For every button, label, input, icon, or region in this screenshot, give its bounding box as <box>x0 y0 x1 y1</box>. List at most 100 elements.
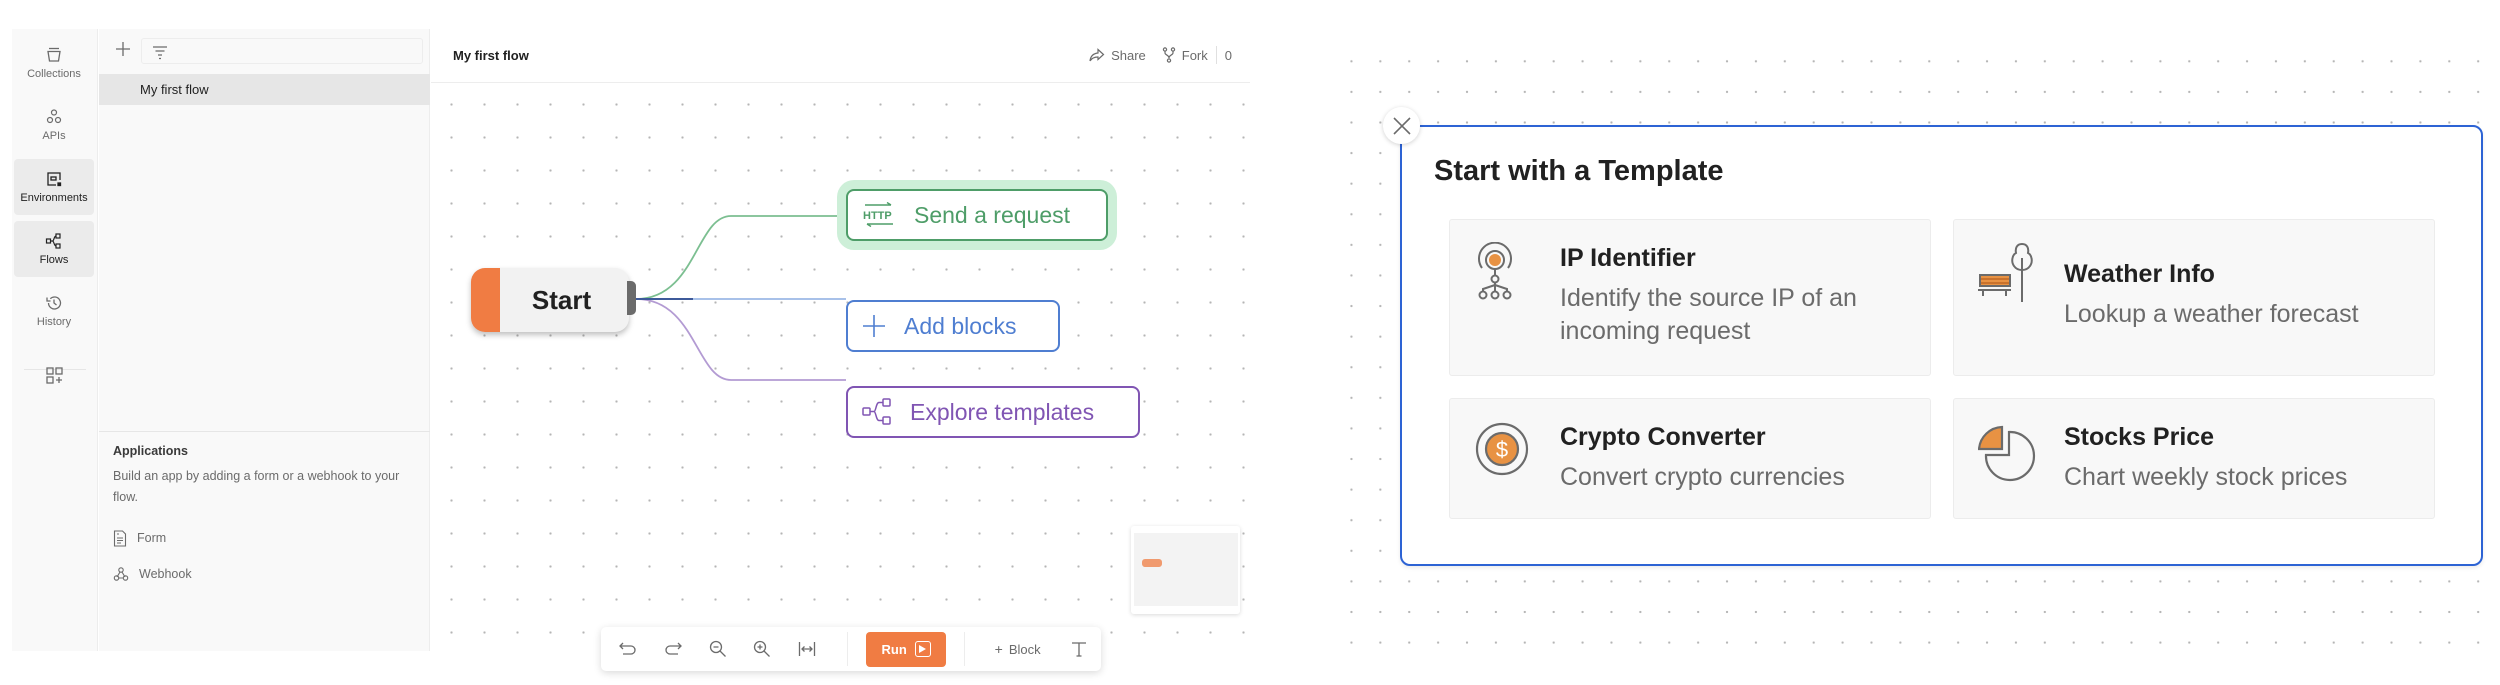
flows-icon <box>45 233 61 249</box>
editor-header: My first flow Share Fork 0 <box>431 29 1250 83</box>
add-block-button[interactable]: + Block <box>983 641 1053 657</box>
http-icon: HTTP <box>863 202 893 228</box>
add-text-button[interactable] <box>1056 641 1101 657</box>
fit-width-button[interactable] <box>785 641 830 657</box>
template-title: Weather Info <box>2064 260 2215 288</box>
fork-count: 0 <box>1224 47 1232 63</box>
fork-icon <box>1162 47 1175 63</box>
plus-icon <box>116 42 130 56</box>
run-label: Run <box>881 641 907 657</box>
rail-item-collections[interactable]: Collections <box>14 35 94 91</box>
plus-icon: + <box>994 641 1003 657</box>
play-icon <box>914 641 931 657</box>
flow-title[interactable]: My first flow <box>453 48 529 63</box>
fit-width-icon <box>798 642 816 656</box>
explore-templates-label: Explore templates <box>910 398 1095 425</box>
edge-explore-templates <box>635 298 846 381</box>
webhook-label: Webhook <box>139 567 192 581</box>
template-title: Stocks Price <box>2064 423 2215 451</box>
start-node[interactable]: Start <box>471 268 629 332</box>
flow-list-item[interactable]: My first flow <box>99 74 430 105</box>
history-icon <box>46 296 62 310</box>
rail-item-environments[interactable]: Environments <box>14 159 94 215</box>
start-node-label: Start <box>531 285 592 315</box>
block-label: Block <box>1008 641 1041 657</box>
flow-editor: My first flow Share Fork 0 Start HTTP Se… <box>431 29 1250 671</box>
templates-title: Start with a Template <box>1434 155 1724 187</box>
collections-icon <box>47 47 61 62</box>
rail-item-apis[interactable]: APIs <box>14 97 94 153</box>
template-card-stocks-price[interactable]: Stocks Price Chart weekly stock prices <box>1953 398 2435 519</box>
template-card-weather-info[interactable]: Weather Info Lookup a weather forecast <box>1953 219 2435 376</box>
flows-sidebar: My first flow Applications Build an app … <box>99 29 430 651</box>
flows-icon <box>862 398 891 425</box>
template-title: Crypto Converter <box>1560 423 1766 451</box>
close-templates-button[interactable] <box>1383 107 1420 144</box>
add-blocks-label: Add blocks <box>904 312 1017 339</box>
template-description: Chart weekly stock prices <box>2064 463 2348 491</box>
share-button[interactable]: Share <box>1089 48 1146 63</box>
fork-divider <box>1215 46 1217 64</box>
template-description: Lookup a weather forecast <box>2064 300 2359 328</box>
minimap[interactable] <box>1131 526 1240 614</box>
template-card-crypto-converter[interactable]: $ Crypto Converter Convert crypto curren… <box>1449 398 1931 519</box>
start-node-output-handle[interactable] <box>627 281 636 315</box>
flow-canvas[interactable]: Start HTTP Send a request Add blocks Exp… <box>431 84 1250 671</box>
rail-label: Flows <box>39 254 69 266</box>
template-description: Convert crypto currencies <box>1560 463 1845 491</box>
zoom-out-button[interactable] <box>695 640 740 658</box>
redo-icon <box>665 642 682 655</box>
explore-templates-node[interactable]: Explore templates <box>846 386 1140 438</box>
template-card-ip-identifier[interactable]: IP Identifier Identify the source IP of … <box>1449 219 1931 376</box>
close-icon <box>1392 116 1411 135</box>
new-flow-button[interactable] <box>113 41 133 61</box>
filter-icon <box>153 46 167 60</box>
ip-identifier-icon <box>1478 242 1512 300</box>
rail-label: APIs <box>42 130 66 142</box>
add-blocks-node[interactable]: Add blocks <box>846 300 1060 352</box>
fork-label: Fork <box>1181 47 1208 63</box>
undo-button[interactable] <box>606 642 651 656</box>
run-button[interactable]: Run <box>866 631 946 667</box>
pie-chart-icon <box>1978 425 2036 482</box>
form-icon <box>113 529 127 547</box>
form-label: Form <box>137 531 167 545</box>
zoom-out-icon <box>709 640 726 657</box>
filter-input[interactable] <box>141 38 423 64</box>
svg-text:$: $ <box>1496 437 1508 462</box>
zoom-in-button[interactable] <box>740 640 785 658</box>
rail-label: History <box>36 316 72 328</box>
webhook-icon <box>113 567 129 581</box>
add-widget-icon[interactable] <box>44 365 66 387</box>
webhook-link[interactable]: Webhook <box>113 562 416 586</box>
apis-icon <box>46 109 62 124</box>
undo-icon <box>619 642 636 655</box>
fork-button[interactable]: Fork <box>1162 47 1208 63</box>
minimap-viewport <box>1134 533 1238 606</box>
rail-item-history[interactable]: History <box>14 283 94 339</box>
template-title: IP Identifier <box>1560 244 1696 272</box>
templates-panel: Start with a Template IP Identifier Iden… <box>1400 125 2483 566</box>
share-label: Share <box>1111 47 1146 63</box>
flow-edges <box>635 215 846 381</box>
applications-title: Applications <box>113 444 189 458</box>
nav-rail: Collections APIs Environments Flows Hist… <box>12 29 98 651</box>
weather-bench-tree-icon <box>1978 242 2033 302</box>
zoom-in-icon <box>754 640 771 657</box>
svg-text:HTTP: HTTP <box>863 210 892 222</box>
flows-app: Collections APIs Environments Flows Hist… <box>12 29 1250 671</box>
canvas-toolbar: Run + Block <box>601 627 1101 671</box>
plus-icon <box>863 315 885 337</box>
rail-label: Collections <box>27 68 81 80</box>
template-description: Identify the source IP of an incoming re… <box>1560 284 1857 345</box>
form-link[interactable]: Form <box>113 526 416 550</box>
dollar-coin-icon: $ <box>1475 422 1529 476</box>
send-request-node[interactable]: HTTP Send a request <box>846 189 1108 241</box>
environments-icon <box>47 172 62 187</box>
rail-label: Environments <box>20 192 88 204</box>
send-request-label: Send a request <box>914 201 1071 228</box>
text-icon <box>1071 642 1086 657</box>
rail-item-flows[interactable]: Flows <box>14 221 94 277</box>
applications-section: Applications Build an app by adding a fo… <box>99 431 430 651</box>
redo-button[interactable] <box>651 642 696 656</box>
